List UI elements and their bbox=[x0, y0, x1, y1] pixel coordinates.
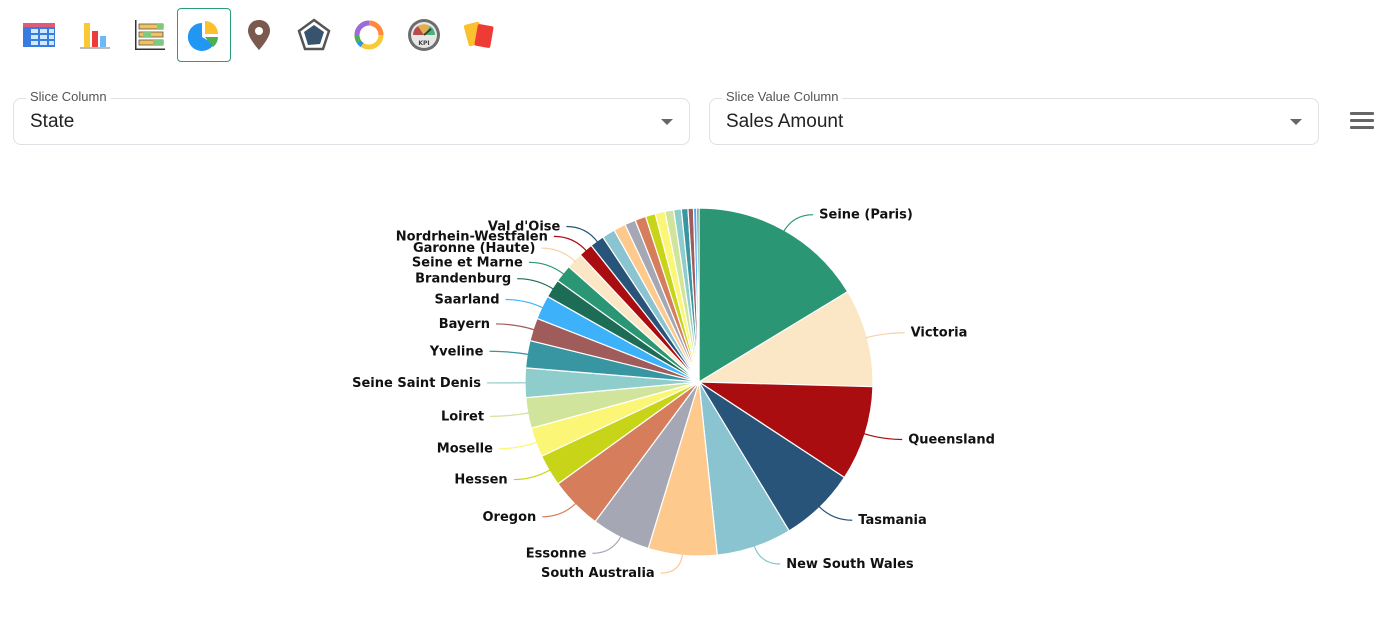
slice-label: Yveline bbox=[429, 344, 484, 359]
leader-line bbox=[490, 412, 530, 417]
leader-line bbox=[489, 350, 530, 356]
leader-line bbox=[498, 441, 538, 450]
leader-line bbox=[862, 432, 903, 441]
slice-label: Brandenburg bbox=[415, 272, 511, 287]
slice-label: Essonne bbox=[526, 546, 587, 561]
leader-line bbox=[753, 544, 781, 565]
leader-line bbox=[513, 468, 552, 481]
leader-line bbox=[660, 553, 684, 574]
slice-label: Moselle bbox=[437, 442, 493, 457]
slice-label: Saarland bbox=[435, 293, 500, 308]
leader-line bbox=[505, 298, 544, 309]
slice-label: Bayern bbox=[439, 317, 490, 332]
slice-label: Seine et Marne bbox=[412, 255, 523, 270]
leader-line bbox=[542, 502, 577, 518]
slice-label: Seine Saint Denis bbox=[352, 376, 481, 391]
slice-label: Val d'Oise bbox=[488, 220, 561, 235]
slice-label: Hessen bbox=[454, 473, 507, 488]
slice-label: New South Wales bbox=[786, 557, 914, 572]
leader-line bbox=[782, 214, 814, 233]
leader-line bbox=[592, 535, 622, 554]
slice-label: Tasmania bbox=[858, 513, 927, 528]
pie-chart: Seine (Paris) Victoria Queensland Tasmania N… bbox=[352, 207, 995, 581]
leader-line bbox=[553, 235, 588, 252]
slice-label: South Australia bbox=[541, 566, 655, 581]
slice-label: Loiret bbox=[441, 409, 484, 424]
leader-line bbox=[495, 323, 536, 331]
leader-line bbox=[817, 505, 853, 521]
leader-line bbox=[528, 261, 565, 276]
leader-line bbox=[865, 332, 905, 339]
leader-line bbox=[541, 247, 577, 263]
slice-label: Seine (Paris) bbox=[819, 208, 913, 223]
slice-label: Victoria bbox=[911, 326, 968, 341]
slice-label: Oregon bbox=[482, 510, 536, 525]
leader-line bbox=[517, 278, 555, 290]
slice-label: Queensland bbox=[908, 432, 995, 447]
